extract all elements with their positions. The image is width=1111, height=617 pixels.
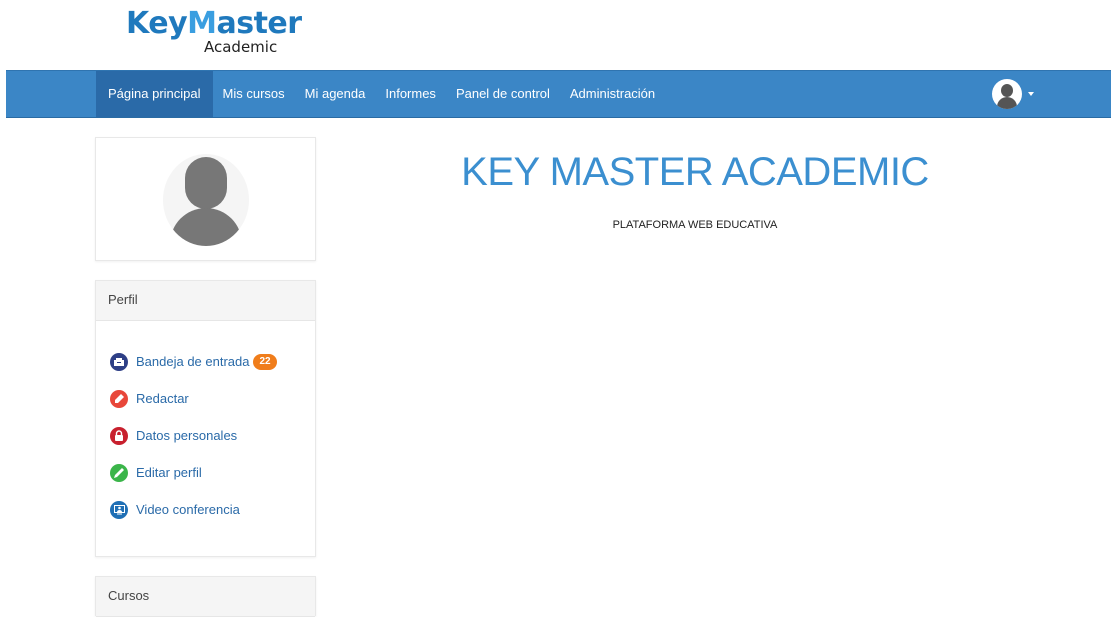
- menu-item-redactar[interactable]: Redactar: [110, 380, 277, 417]
- logo-wordmark: KeyMaster: [126, 6, 302, 41]
- menu-item-label: Editar perfil: [136, 465, 202, 480]
- nav-item-mi-agenda[interactable]: Mi agenda: [295, 71, 376, 117]
- user-avatar-icon: [992, 79, 1022, 109]
- logo-word-key: Key: [126, 6, 188, 41]
- menu-item-label: Redactar: [136, 391, 189, 406]
- inbox-icon: [110, 352, 128, 371]
- caret-down-icon: [1028, 92, 1034, 96]
- nav-item-informes[interactable]: Informes: [375, 71, 446, 117]
- nav-item-mis-cursos[interactable]: Mis cursos: [213, 71, 295, 117]
- profile-avatar-icon[interactable]: [163, 154, 249, 246]
- menu-item-bandeja-de-entrada[interactable]: Bandeja de entrada 22: [110, 343, 277, 380]
- nav-item-administracion[interactable]: Administración: [560, 71, 665, 117]
- page-title: KEY MASTER ACADEMIC: [461, 150, 929, 194]
- video-conference-icon: [110, 500, 128, 519]
- user-menu-button[interactable]: [992, 78, 1034, 110]
- nav-menu: Página principal Mis cursos Mi agenda In…: [96, 71, 665, 117]
- compose-icon: [110, 389, 128, 408]
- menu-item-label: Video conferencia: [136, 502, 240, 517]
- unread-count-badge: 22: [253, 353, 277, 370]
- main-navbar: Página principal Mis cursos Mi agenda In…: [6, 70, 1111, 118]
- profile-menu-card: Perfil Bandeja de entrada 22 Redactar Da…: [95, 280, 316, 557]
- menu-item-editar-perfil[interactable]: Editar perfil: [110, 454, 277, 491]
- courses-card: Cursos: [95, 576, 316, 617]
- menu-item-label: Bandeja de entrada: [136, 354, 250, 369]
- page-subtitle: PLATAFORMA WEB EDUCATIVA: [612, 219, 778, 231]
- profile-card-header: Perfil: [96, 281, 315, 321]
- logo-letter-m: M: [187, 6, 217, 41]
- profile-avatar-card: [95, 137, 316, 261]
- nav-item-panel-de-control[interactable]: Panel de control: [446, 71, 560, 117]
- profile-menu-list: Bandeja de entrada 22 Redactar Datos per…: [110, 343, 277, 528]
- lock-icon: [110, 426, 128, 445]
- pencil-icon: [110, 463, 128, 482]
- menu-item-video-conferencia[interactable]: Video conferencia: [110, 491, 277, 528]
- logo-word-aster: aster: [216, 6, 302, 41]
- logo[interactable]: KeyMaster Academic: [126, 6, 302, 62]
- logo-subtitle: Academic: [204, 38, 278, 56]
- menu-item-datos-personales[interactable]: Datos personales: [110, 417, 277, 454]
- nav-item-pagina-principal[interactable]: Página principal: [96, 71, 213, 117]
- courses-card-header: Cursos: [96, 577, 315, 617]
- menu-item-label: Datos personales: [136, 428, 238, 443]
